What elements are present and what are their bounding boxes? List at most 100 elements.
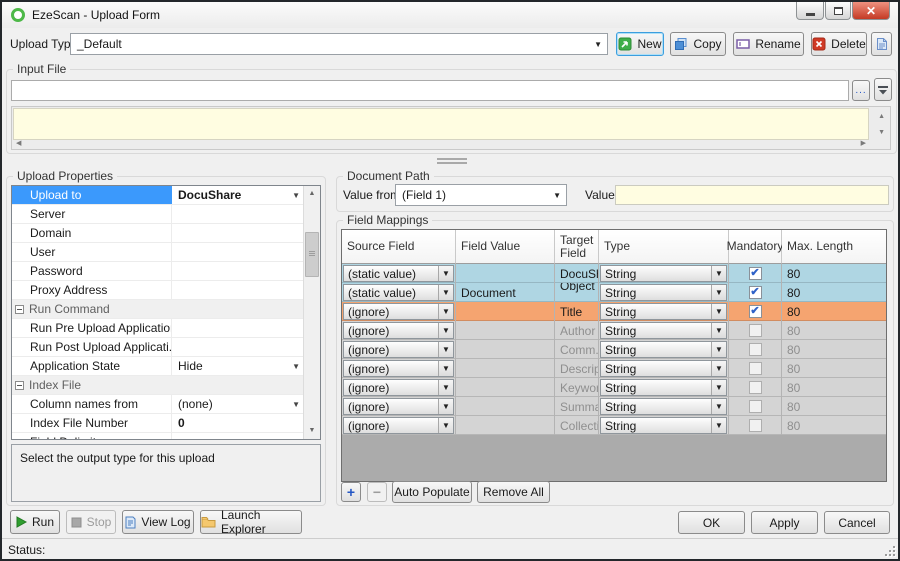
run-button[interactable]: Run xyxy=(10,510,60,534)
file-filter-button[interactable] xyxy=(874,78,892,101)
chevron-down-icon[interactable]: ▼ xyxy=(711,304,726,319)
property-group-row[interactable]: Index File xyxy=(12,376,303,395)
type-select[interactable]: String▼ xyxy=(600,360,727,377)
chevron-down-icon[interactable]: ▼ xyxy=(711,266,726,281)
source-field-select[interactable]: (ignore)▼ xyxy=(343,398,454,415)
stop-button[interactable]: Stop xyxy=(66,510,116,534)
upload-doc-button[interactable] xyxy=(871,32,892,56)
target-field-cell[interactable]: Author xyxy=(555,321,599,340)
delete-button[interactable]: Delete xyxy=(811,32,867,56)
auto-populate-button[interactable]: Auto Populate xyxy=(392,481,472,503)
copy-button[interactable]: Copy xyxy=(670,32,726,56)
chevron-down-icon[interactable]: ▼ xyxy=(711,361,726,376)
chevron-down-icon[interactable]: ▼ xyxy=(292,400,300,409)
upload-type-select[interactable]: _Default ▼ xyxy=(70,33,608,55)
apply-button[interactable]: Apply xyxy=(751,511,818,534)
property-value[interactable]: DocuShare▼ xyxy=(172,186,303,204)
property-value[interactable] xyxy=(172,262,303,280)
property-value[interactable]: Hide▼ xyxy=(172,357,303,375)
chevron-down-icon[interactable]: ▼ xyxy=(711,285,726,300)
property-name[interactable]: Server xyxy=(12,205,172,223)
field-value-cell[interactable] xyxy=(456,397,555,416)
scroll-right-icon[interactable]: ▶ xyxy=(861,140,866,147)
mandatory-checkbox[interactable]: ✔ xyxy=(749,286,762,299)
property-value[interactable]: 0 xyxy=(172,414,303,432)
property-value[interactable] xyxy=(172,319,303,337)
launch-explorer-button[interactable]: Launch Explorer xyxy=(200,510,302,534)
field-value-cell[interactable] xyxy=(456,359,555,378)
column-header-mandatory[interactable]: Mandatory xyxy=(729,230,782,264)
type-select[interactable]: String▼ xyxy=(600,303,727,320)
property-name[interactable]: Password xyxy=(12,262,172,280)
max-length-cell[interactable]: 80 xyxy=(782,378,886,397)
target-field-cell[interactable]: Collecti... xyxy=(555,416,599,435)
mandatory-checkbox[interactable] xyxy=(749,419,762,432)
chevron-down-icon[interactable]: ▼ xyxy=(438,304,453,319)
field-value-cell[interactable] xyxy=(456,340,555,359)
property-name[interactable]: User xyxy=(12,243,172,261)
source-field-select[interactable]: (ignore)▼ xyxy=(343,379,454,396)
document-path-value-field[interactable] xyxy=(615,185,889,205)
max-length-cell[interactable]: 80 xyxy=(782,264,886,283)
property-grid-scrollbar[interactable]: ▲ ▼ xyxy=(303,186,320,439)
cancel-button[interactable]: Cancel xyxy=(824,511,890,534)
minimize-button[interactable] xyxy=(796,2,824,20)
source-field-select[interactable]: (ignore)▼ xyxy=(343,322,454,339)
remove-all-button[interactable]: Remove All xyxy=(477,481,550,503)
property-group-row[interactable]: Run Command xyxy=(12,300,303,319)
chevron-down-icon[interactable]: ▼ xyxy=(438,342,453,357)
target-field-cell[interactable]: Summa... xyxy=(555,397,599,416)
mandatory-checkbox[interactable] xyxy=(749,381,762,394)
field-value-cell[interactable] xyxy=(456,264,555,283)
chevron-down-icon[interactable]: ▼ xyxy=(438,418,453,433)
max-length-cell[interactable]: 80 xyxy=(782,302,886,321)
input-file-list[interactable]: ▲ ▼ ◀ ▶ xyxy=(11,106,891,150)
chevron-down-icon[interactable]: ▼ xyxy=(438,266,453,281)
mandatory-checkbox[interactable]: ✔ xyxy=(749,267,762,280)
column-header-type[interactable]: Type xyxy=(599,230,729,264)
close-button[interactable]: ✕ xyxy=(852,2,890,20)
column-header-source-field[interactable]: Source Field xyxy=(342,230,456,264)
remove-row-button[interactable]: − xyxy=(367,482,387,502)
max-length-cell[interactable]: 80 xyxy=(782,321,886,340)
property-value[interactable] xyxy=(172,243,303,261)
title-bar[interactable]: EzeScan - Upload Form ✕ xyxy=(2,2,898,28)
rename-button[interactable]: Rename xyxy=(733,32,804,56)
field-value-cell[interactable] xyxy=(456,321,555,340)
resize-grip[interactable] xyxy=(884,545,895,556)
property-name[interactable]: Index File Number xyxy=(12,414,172,432)
field-value-cell[interactable] xyxy=(456,378,555,397)
property-value[interactable] xyxy=(172,281,303,299)
type-select[interactable]: String▼ xyxy=(600,322,727,339)
mandatory-checkbox[interactable] xyxy=(749,324,762,337)
max-length-cell[interactable]: 80 xyxy=(782,340,886,359)
target-field-cell[interactable]: DocuSh... xyxy=(555,264,599,283)
scroll-down-icon[interactable]: ▼ xyxy=(878,129,885,136)
type-select[interactable]: String▼ xyxy=(600,398,727,415)
chevron-down-icon[interactable]: ▼ xyxy=(438,285,453,300)
property-name[interactable]: Domain xyxy=(12,224,172,242)
property-name[interactable]: Upload to xyxy=(12,186,172,204)
mandatory-checkbox[interactable]: ✔ xyxy=(749,305,762,318)
max-length-cell[interactable]: 80 xyxy=(782,397,886,416)
property-name[interactable]: Run Pre Upload Application xyxy=(12,319,172,337)
mandatory-checkbox[interactable] xyxy=(749,343,762,356)
source-field-select[interactable]: (static value)▼ xyxy=(343,284,454,301)
type-select[interactable]: String▼ xyxy=(600,284,727,301)
max-length-cell[interactable]: 80 xyxy=(782,416,886,435)
target-field-cell[interactable]: Keywor... xyxy=(555,378,599,397)
scroll-left-icon[interactable]: ◀ xyxy=(16,140,21,147)
chevron-down-icon[interactable]: ▼ xyxy=(438,361,453,376)
max-length-cell[interactable]: 80 xyxy=(782,283,886,302)
property-value[interactable] xyxy=(172,224,303,242)
type-select[interactable]: String▼ xyxy=(600,379,727,396)
collapse-minus-icon[interactable] xyxy=(15,305,24,314)
chevron-down-icon[interactable]: ▼ xyxy=(292,362,300,371)
splitter-handle[interactable] xyxy=(437,158,467,165)
field-value-cell[interactable]: Document xyxy=(456,283,555,302)
scroll-up-icon[interactable]: ▲ xyxy=(878,113,885,120)
source-field-select[interactable]: (ignore)▼ xyxy=(343,360,454,377)
field-value-cell[interactable] xyxy=(456,416,555,435)
chevron-down-icon[interactable]: ▼ xyxy=(711,399,726,414)
value-from-select[interactable]: (Field 1) ▼ xyxy=(395,184,567,206)
